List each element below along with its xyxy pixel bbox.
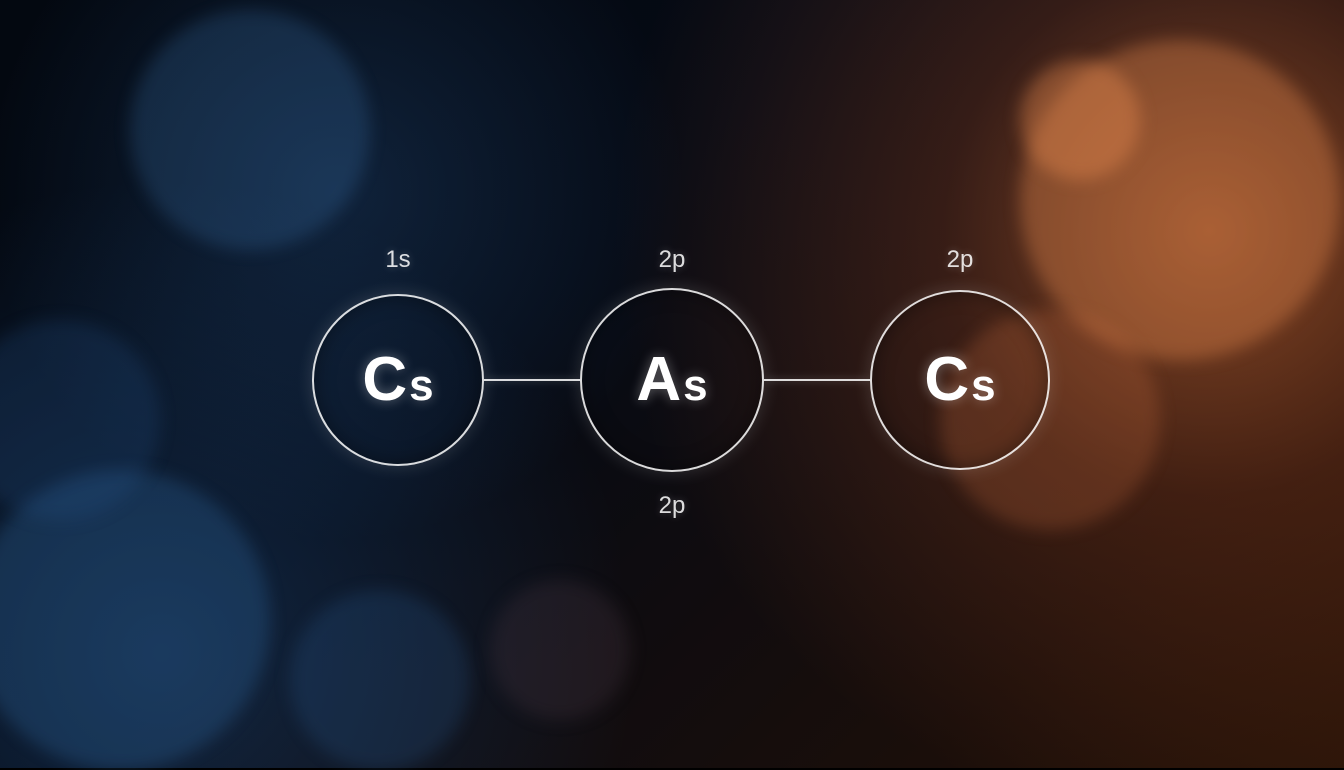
symbol-capital: C [362,349,407,411]
orbital-label: 2p [659,246,686,274]
atom-symbol: As [636,349,707,411]
bokeh-circle [130,10,370,250]
symbol-lowercase: s [409,364,433,408]
atom-symbol: Cs [362,349,433,411]
bokeh-circle [490,580,630,720]
molecule-diagram: CsAsCs 1s2p2p2p [0,0,1344,768]
atom-symbol: Cs [924,349,995,411]
symbol-lowercase: s [971,364,995,408]
bond-line [484,379,580,381]
orbital-label: 2p [947,246,974,274]
atom-center: As [580,288,764,472]
orbital-label: 1s [385,246,410,274]
symbol-lowercase: s [683,364,707,408]
orbital-label: 2p [659,492,686,520]
bokeh-circle [290,590,470,770]
bond-line [764,379,870,381]
bokeh-circle [1020,60,1140,180]
atom-right: Cs [870,290,1050,470]
atom-left: Cs [312,294,484,466]
symbol-capital: A [636,349,681,411]
symbol-capital: C [924,349,969,411]
